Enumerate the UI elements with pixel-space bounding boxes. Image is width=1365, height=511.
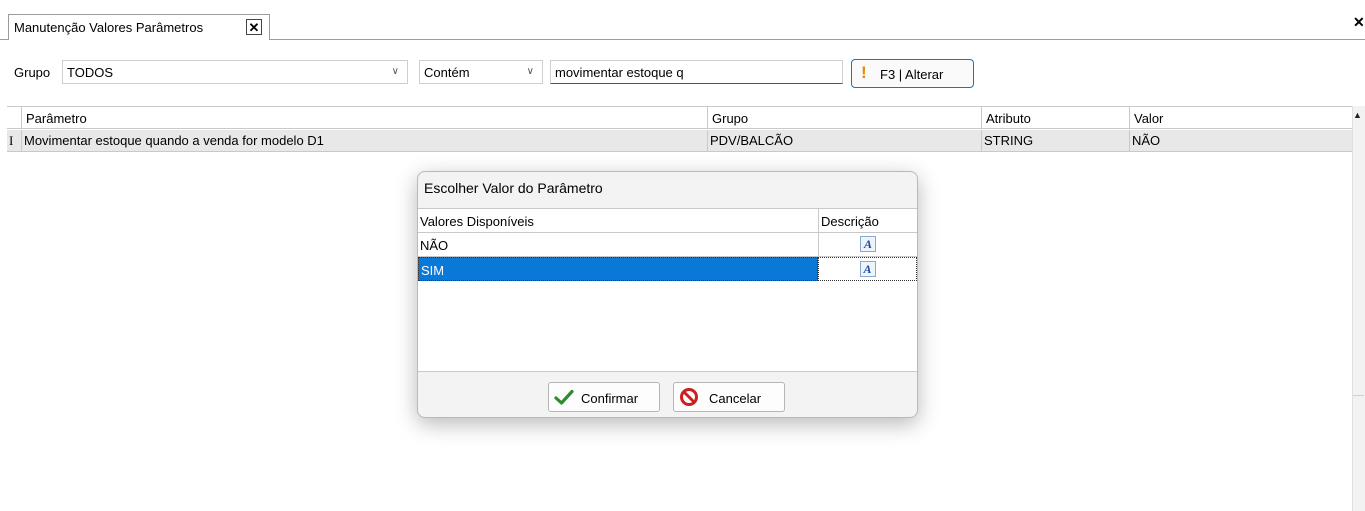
list-item-sim[interactable]: SIM A <box>418 257 917 281</box>
search-input[interactable]: movimentar estoque q <box>550 60 843 84</box>
column-header-valores[interactable]: Valores Disponíveis <box>418 209 818 232</box>
column-header-parametro[interactable]: Parâmetro <box>21 107 707 129</box>
grupo-select-value: TODOS <box>67 65 113 80</box>
cell-grupo[interactable]: PDV/BALCÃO <box>707 130 981 151</box>
table-row[interactable]: I Movimentar estoque quando a venda for … <box>7 130 1352 152</box>
choose-value-dialog: Escolher Valor do Parâmetro Valores Disp… <box>417 171 918 418</box>
operator-select-value: Contém <box>424 65 470 80</box>
dialog-title: Escolher Valor do Parâmetro <box>424 180 603 196</box>
values-grid: Valores Disponíveis Descrição NÃO A SIM … <box>418 208 917 372</box>
scroll-up-arrow-icon[interactable]: ▲ <box>1353 110 1362 120</box>
values-grid-header: Valores Disponíveis Descrição <box>418 209 917 233</box>
description-cell[interactable]: A <box>818 233 917 257</box>
cancel-icon <box>680 388 698 406</box>
cell-parametro[interactable]: Movimentar estoque quando a venda for mo… <box>21 130 707 151</box>
chevron-down-icon: ∨ <box>391 66 399 77</box>
value-cell[interactable]: NÃO <box>418 233 818 257</box>
alter-button-label: F3 | Alterar <box>880 67 944 82</box>
cancel-button[interactable]: Cancelar <box>673 382 785 412</box>
format-text-icon[interactable]: A <box>860 236 876 252</box>
parameters-grid: Parâmetro Grupo Atributo Valor I Movimen… <box>7 106 1352 154</box>
scrollbar-thumb[interactable] <box>1353 126 1364 396</box>
alter-button[interactable]: ! F3 | Alterar <box>851 59 974 88</box>
column-header-descricao[interactable]: Descrição <box>818 209 917 232</box>
row-edit-indicator: I <box>9 133 14 148</box>
confirm-button[interactable]: Confirmar <box>548 382 660 412</box>
cell-valor[interactable]: NÃO <box>1129 130 1352 151</box>
search-input-value: movimentar estoque q <box>555 65 684 80</box>
cell-atributo[interactable]: STRING <box>981 130 1129 151</box>
window-close-icon[interactable]: ✕ <box>1353 14 1365 32</box>
confirm-button-label: Confirmar <box>581 391 639 406</box>
value-cell[interactable]: SIM <box>418 257 818 281</box>
cancel-button-label: Cancelar <box>709 391 762 406</box>
grid-header: Parâmetro Grupo Atributo Valor <box>7 106 1352 129</box>
description-cell[interactable]: A <box>818 257 917 281</box>
format-text-icon[interactable]: A <box>859 261 876 277</box>
column-header-atributo[interactable]: Atributo <box>981 107 1129 129</box>
chevron-down-icon: ∨ <box>526 66 534 77</box>
column-header-valor[interactable]: Valor <box>1129 107 1352 129</box>
checkmark-icon <box>554 389 574 405</box>
tab-title: Manutenção Valores Parâmetros <box>14 20 204 35</box>
column-header-grupo[interactable]: Grupo <box>707 107 981 129</box>
tab-close-icon[interactable]: ✕ <box>246 19 262 35</box>
list-item-nao[interactable]: NÃO A <box>418 233 917 257</box>
operator-select[interactable]: Contém ∨ <box>419 60 543 84</box>
grupo-select[interactable]: TODOS ∨ <box>62 60 408 84</box>
tab-manutencao[interactable]: Manutenção Valores Parâmetros ✕ <box>8 14 270 40</box>
grupo-label: Grupo <box>14 65 51 80</box>
exclamation-icon: ! <box>861 63 867 82</box>
